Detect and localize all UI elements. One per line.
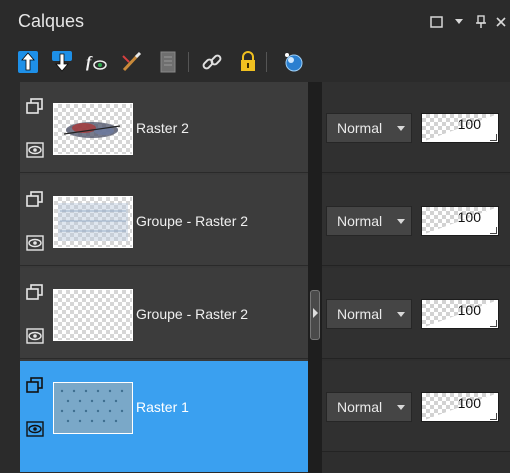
- opacity-slider[interactable]: 100: [421, 113, 499, 143]
- panel-splitter[interactable]: [308, 82, 322, 473]
- toolbar-separator: [188, 52, 189, 72]
- effects-visibility-icon[interactable]: f: [84, 50, 108, 74]
- layer-properties-row: Normal 100: [322, 361, 510, 452]
- slider-corner: [490, 134, 497, 141]
- layer-name[interactable]: Groupe - Raster 2: [136, 213, 248, 229]
- layer-properties-column: Normal 100 Normal 100 Normal 100 Normal …: [322, 82, 510, 473]
- layer-row[interactable]: Groupe - Raster 2: [20, 268, 308, 359]
- layer-properties-row: Normal 100: [322, 268, 510, 359]
- blend-mode-value: Normal: [337, 306, 383, 322]
- blend-mode-dropdown[interactable]: Normal: [326, 113, 412, 143]
- visibility-eye-icon[interactable]: [26, 235, 44, 251]
- slider-corner: [490, 413, 497, 420]
- chevron-down-icon: [397, 126, 405, 131]
- opacity-slider[interactable]: 100: [421, 299, 499, 329]
- layer-thumbnail: [53, 289, 133, 341]
- layer-properties-row: Normal 100: [322, 175, 510, 266]
- panel-titlebar: Calques: [0, 0, 510, 44]
- move-layer-down-icon[interactable]: [50, 50, 74, 74]
- layer-row[interactable]: Groupe - Raster 2: [20, 175, 308, 266]
- opacity-value: 100: [457, 395, 481, 411]
- blend-mode-value: Normal: [337, 213, 383, 229]
- opacity-value: 100: [457, 302, 481, 318]
- svg-text:f: f: [86, 54, 93, 71]
- slider-corner: [490, 227, 497, 234]
- pin-icon[interactable]: [474, 14, 488, 30]
- blend-mode-dropdown[interactable]: Normal: [326, 299, 412, 329]
- maximize-icon[interactable]: [428, 14, 444, 30]
- opacity-slider[interactable]: 100: [421, 392, 499, 422]
- opacity-value: 100: [457, 209, 481, 225]
- layers-toolbar: f: [0, 44, 510, 82]
- visibility-eye-icon[interactable]: [26, 421, 44, 437]
- move-layer-up-icon[interactable]: [16, 50, 40, 74]
- layer-thumbnail: [53, 382, 133, 434]
- layer-row[interactable]: Raster 2: [20, 82, 308, 173]
- layers-list: Raster 2 Groupe - Raster 2 Groupe - Rast…: [20, 82, 308, 473]
- opacity-value: 100: [457, 116, 481, 132]
- layer-type-icon[interactable]: [26, 377, 44, 393]
- menu-dropdown-icon[interactable]: [453, 14, 465, 30]
- close-icon[interactable]: [494, 14, 508, 30]
- blend-mode-dropdown[interactable]: Normal: [326, 392, 412, 422]
- blend-mode-dropdown[interactable]: Normal: [326, 206, 412, 236]
- toolbar-separator: [266, 52, 267, 72]
- mask-icon[interactable]: [282, 50, 306, 74]
- blend-mode-value: Normal: [337, 399, 383, 415]
- layer-document-icon[interactable]: [156, 50, 180, 74]
- layer-name[interactable]: Raster 1: [136, 399, 189, 415]
- blend-mode-value: Normal: [337, 120, 383, 136]
- chevron-down-icon: [397, 405, 405, 410]
- layer-type-icon[interactable]: [26, 98, 44, 114]
- slider-corner: [490, 320, 497, 327]
- lock-icon[interactable]: [236, 50, 260, 74]
- visibility-eye-icon[interactable]: [26, 142, 44, 158]
- link-icon[interactable]: [200, 50, 224, 74]
- layer-name[interactable]: Raster 2: [136, 120, 189, 136]
- layer-type-icon[interactable]: [26, 284, 44, 300]
- visibility-eye-icon[interactable]: [26, 328, 44, 344]
- expand-arrow-icon[interactable]: [313, 308, 318, 318]
- layer-thumbnail: [53, 196, 133, 248]
- layer-name[interactable]: Groupe - Raster 2: [136, 306, 248, 322]
- layer-thumbnail: [53, 103, 133, 155]
- chevron-down-icon: [397, 312, 405, 317]
- chevron-down-icon: [397, 219, 405, 224]
- layer-type-icon[interactable]: [26, 191, 44, 207]
- brush-edit-icon[interactable]: [120, 50, 144, 74]
- layer-properties-row: Normal 100: [322, 82, 510, 173]
- opacity-slider[interactable]: 100: [421, 206, 499, 236]
- layer-row[interactable]: Raster 1: [20, 361, 308, 473]
- panel-title: Calques: [18, 11, 85, 31]
